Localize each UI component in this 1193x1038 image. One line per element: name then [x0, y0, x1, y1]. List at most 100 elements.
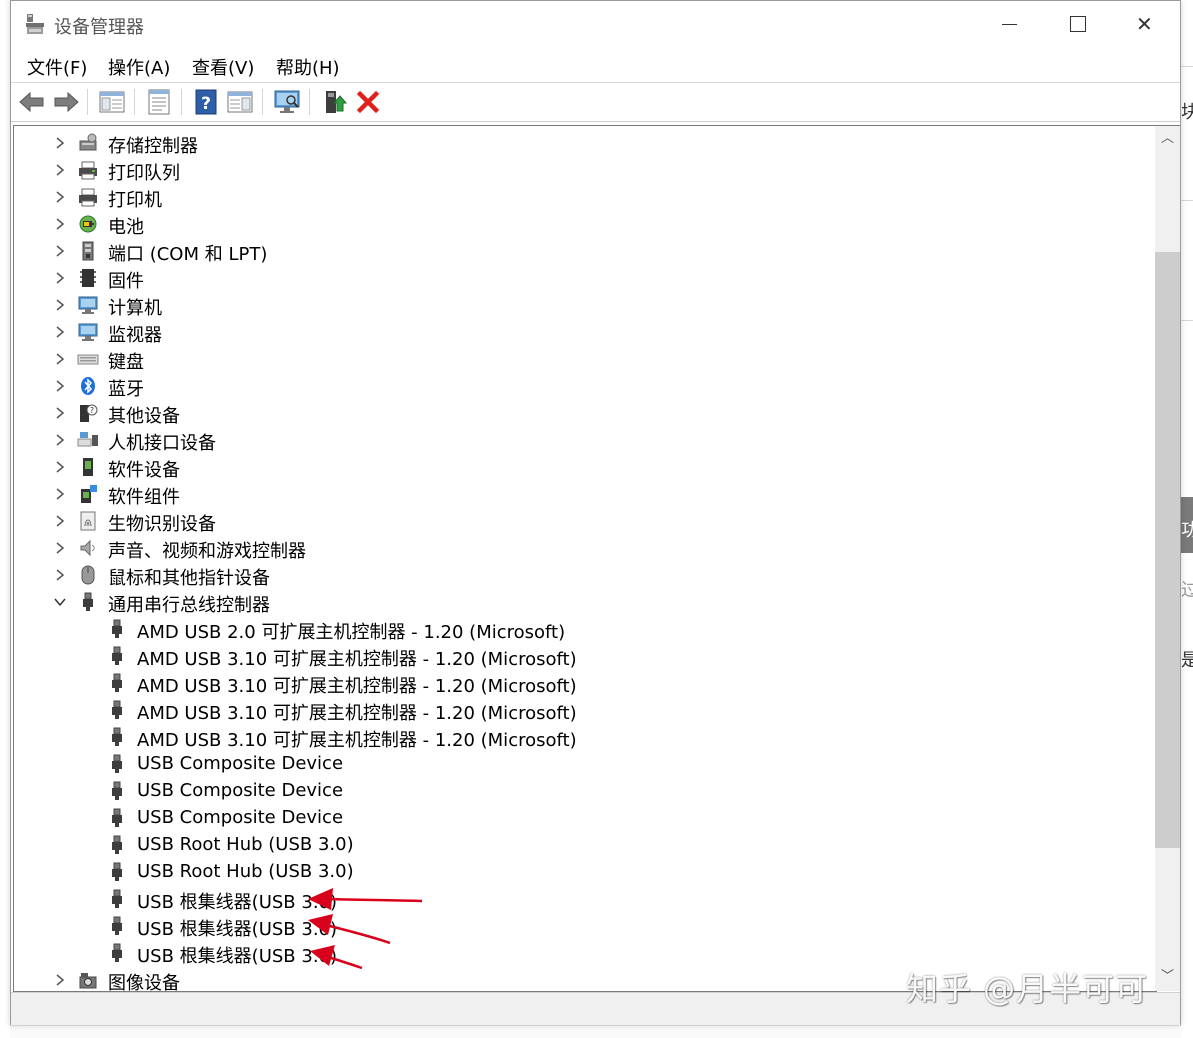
background-window-edge: 块 功 过 是: [1181, 0, 1193, 1037]
uninstall-device-button[interactable]: [353, 87, 383, 117]
help-button[interactable]: ?: [191, 87, 221, 117]
usb-device-icon: [112, 781, 122, 800]
scroll-down-icon[interactable]: ﹀: [1155, 966, 1180, 988]
scroll-up-icon[interactable]: ︿: [1155, 128, 1180, 150]
tree-device-row[interactable]: USB 根集线器(USB 3.0): [14, 886, 1154, 913]
tree-category-label: 打印队列: [108, 163, 180, 184]
chevron-right-icon[interactable]: [53, 513, 67, 529]
maximize-button[interactable]: [1043, 1, 1113, 47]
scan-hardware-button[interactable]: [272, 87, 302, 117]
tree-category-label: 电池: [108, 217, 144, 238]
tree-device-row[interactable]: USB Composite Device: [14, 751, 1154, 778]
forward-arrow-icon: [54, 91, 79, 113]
forward-button[interactable]: [51, 87, 81, 117]
help-icon: ?: [195, 89, 217, 115]
chevron-right-icon[interactable]: [53, 972, 67, 988]
tree-device-row[interactable]: USB Root Hub (USB 3.0): [14, 859, 1154, 886]
action-pane-button[interactable]: [225, 87, 255, 117]
tree-category-row[interactable]: 打印队列: [14, 157, 1154, 184]
tree-device-row[interactable]: USB Composite Device: [14, 778, 1154, 805]
software-component-icon: [81, 485, 97, 503]
usb-icon: [83, 592, 93, 611]
chevron-right-icon[interactable]: [53, 378, 67, 394]
window-title: 设备管理器: [54, 17, 144, 38]
close-button[interactable]: ✕: [1113, 1, 1183, 47]
keyboard-icon: [77, 354, 99, 365]
chevron-right-icon[interactable]: [53, 351, 67, 367]
tree-category-label: 软件设备: [108, 460, 180, 481]
tree-device-label: USB 根集线器(USB 3.0): [137, 892, 338, 913]
chevron-right-icon[interactable]: [53, 540, 67, 556]
tree-device-row[interactable]: USB Composite Device: [14, 805, 1154, 832]
chevron-right-icon[interactable]: [53, 459, 67, 475]
menu-help[interactable]: 帮助(H): [276, 54, 340, 80]
tree-device-row[interactable]: USB 根集线器(USB 3.0): [14, 913, 1154, 940]
show-hide-console-tree-button[interactable]: [97, 87, 127, 117]
chevron-right-icon[interactable]: [53, 162, 67, 178]
other-devices-icon: ?: [80, 404, 98, 422]
vertical-scrollbar[interactable]: ︿ ﹀: [1155, 125, 1180, 991]
device-tree-pane[interactable]: 存储控制器打印队列 打印机电池 端口 (COM 和 LPT) 固件 计算机 监视器 键盘 蓝牙…: [13, 125, 1157, 992]
tree-category-label: 软件组件: [108, 487, 180, 508]
tree-category-row[interactable]: 存储控制器: [14, 130, 1154, 157]
tree-category-row[interactable]: 生物识别设备: [14, 508, 1154, 535]
chevron-right-icon[interactable]: [53, 216, 67, 232]
tree-category-row[interactable]: 蓝牙: [14, 373, 1154, 400]
tree-device-row[interactable]: AMD USB 3.10 可扩展主机控制器 - 1.20 (Microsoft): [14, 643, 1154, 670]
chevron-right-icon[interactable]: [53, 486, 67, 502]
tree-category-label: 生物识别设备: [108, 514, 216, 535]
background-window-bottom: [10, 1025, 1181, 1038]
tree-category-row[interactable]: 电池: [14, 211, 1154, 238]
tree-category-row[interactable]: 固件: [14, 265, 1154, 292]
minimize-icon: [1002, 24, 1017, 25]
chevron-down-icon[interactable]: [53, 594, 67, 610]
tree-category-row[interactable]: 键盘: [14, 346, 1154, 373]
tree-category-row[interactable]: 人机接口设备: [14, 427, 1154, 454]
title-bar[interactable]: 设备管理器 ✕: [11, 1, 1180, 47]
zhihu-watermark: 知乎 @月半可可: [906, 970, 1149, 1008]
tree-category-row[interactable]: 鼠标和其他指针设备: [14, 562, 1154, 589]
tree-category-row[interactable]: 监视器: [14, 319, 1154, 346]
minimize-button[interactable]: [973, 1, 1043, 47]
tree-device-row[interactable]: AMD USB 3.10 可扩展主机控制器 - 1.20 (Microsoft): [14, 724, 1154, 751]
device-manager-app-icon: [26, 14, 44, 34]
chevron-right-icon[interactable]: [53, 135, 67, 151]
chevron-right-icon[interactable]: [53, 243, 67, 259]
chevron-right-icon[interactable]: [53, 432, 67, 448]
tree-device-row[interactable]: AMD USB 3.10 可扩展主机控制器 - 1.20 (Microsoft): [14, 670, 1154, 697]
chevron-right-icon[interactable]: [53, 189, 67, 205]
tree-device-row[interactable]: USB Root Hub (USB 3.0): [14, 832, 1154, 859]
menu-action[interactable]: 操作(A): [108, 54, 170, 80]
tree-device-label: AMD USB 2.0 可扩展主机控制器 - 1.20 (Microsoft): [137, 622, 566, 643]
tree-device-row[interactable]: AMD USB 2.0 可扩展主机控制器 - 1.20 (Microsoft): [14, 616, 1154, 643]
background-char: 块: [1181, 102, 1193, 123]
computer-icon: [78, 296, 98, 314]
chevron-right-icon[interactable]: [53, 405, 67, 421]
back-arrow-icon: [19, 91, 44, 113]
tree-category-row[interactable]: 计算机: [14, 292, 1154, 319]
tree-device-row[interactable]: USB 根集线器(USB 3.0): [14, 940, 1154, 967]
back-button[interactable]: [17, 87, 47, 117]
tree-category-row[interactable]: 打印机: [14, 184, 1154, 211]
bluetooth-icon: [81, 377, 95, 395]
tree-category-label: 存储控制器: [108, 136, 198, 157]
chevron-right-icon[interactable]: [53, 324, 67, 340]
chevron-right-icon[interactable]: [53, 567, 67, 583]
tree-category-row[interactable]: 端口 (COM 和 LPT): [14, 238, 1154, 265]
tree-category-row[interactable]: ? 其他设备: [14, 400, 1154, 427]
chevron-right-icon[interactable]: [53, 270, 67, 286]
usb-device-icon: [112, 700, 122, 719]
scroll-thumb[interactable]: [1155, 252, 1180, 848]
update-driver-button[interactable]: [319, 87, 349, 117]
chevron-right-icon[interactable]: [53, 297, 67, 313]
tree-category-row[interactable]: 软件设备: [14, 454, 1154, 481]
tree-device-row[interactable]: AMD USB 3.10 可扩展主机控制器 - 1.20 (Microsoft): [14, 697, 1154, 724]
menu-file[interactable]: 文件(F): [27, 54, 87, 80]
uninstall-device-icon: [356, 90, 380, 114]
tree-category-label: 鼠标和其他指针设备: [108, 568, 270, 589]
tree-category-row[interactable]: 通用串行总线控制器: [14, 589, 1154, 616]
tree-category-row[interactable]: 软件组件: [14, 481, 1154, 508]
properties-button[interactable]: [144, 87, 174, 117]
menu-view[interactable]: 查看(V): [192, 54, 254, 80]
tree-category-row[interactable]: 声音、视频和游戏控制器: [14, 535, 1154, 562]
